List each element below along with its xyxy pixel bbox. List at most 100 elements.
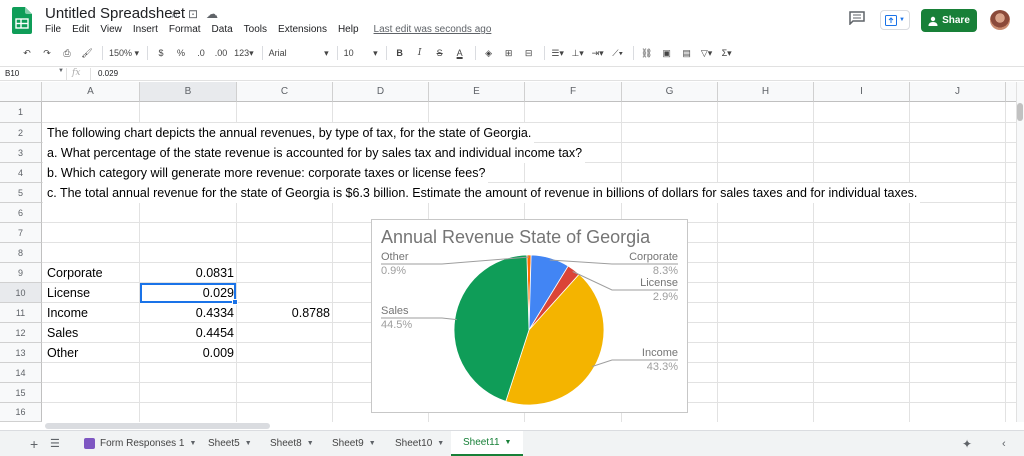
- more-formats-select[interactable]: 123 ▾: [234, 44, 254, 62]
- text-color-button[interactable]: A: [453, 44, 467, 62]
- horizontal-scrollbar-thumb[interactable]: [45, 423, 270, 429]
- cell-a3[interactable]: a. What percentage of the state revenue …: [43, 143, 586, 163]
- cell-a5[interactable]: c. The total annual revenue for the stat…: [43, 183, 921, 203]
- row-header-12[interactable]: 12: [0, 323, 42, 343]
- row-header-5[interactable]: 5: [0, 183, 42, 203]
- undo-icon[interactable]: ↶: [20, 44, 34, 62]
- column-header-k[interactable]: [1006, 82, 1016, 102]
- font-size-select[interactable]: 10 ▾: [344, 44, 378, 62]
- cell-a4[interactable]: b. Which category will generate more rev…: [43, 163, 489, 183]
- row-header-3[interactable]: 3: [0, 143, 42, 163]
- bold-button[interactable]: B: [393, 44, 407, 62]
- menu-file[interactable]: File: [45, 24, 61, 40]
- cell-c11[interactable]: 0.8788: [237, 303, 330, 323]
- cell-a12[interactable]: Sales: [47, 323, 78, 343]
- avatar[interactable]: [990, 10, 1010, 30]
- explore-icon[interactable]: ✦: [962, 431, 972, 456]
- zoom-select[interactable]: 150% ▾: [109, 44, 139, 62]
- sheet-tab-form-responses-1[interactable]: Form Responses 1 ▼: [84, 431, 196, 456]
- column-header-a[interactable]: A: [42, 82, 140, 102]
- menu-view[interactable]: View: [100, 24, 122, 40]
- fill-color-icon[interactable]: ◈: [482, 44, 496, 62]
- insert-chart-icon[interactable]: ▤: [680, 44, 694, 62]
- column-header-b[interactable]: B: [140, 82, 237, 102]
- sheet-tab-sheet10[interactable]: Sheet10 ▼: [395, 431, 444, 456]
- name-box[interactable]: B10: [5, 69, 19, 78]
- vertical-align-icon[interactable]: ⊥▾: [571, 44, 585, 62]
- selected-cell-b10[interactable]: [140, 283, 236, 303]
- cell-b13[interactable]: 0.009: [140, 343, 234, 363]
- cell-a13[interactable]: Other: [47, 343, 78, 363]
- pie-chart[interactable]: Annual Revenue State of Georgia Other 0.9…: [371, 219, 688, 413]
- column-header-j[interactable]: J: [910, 82, 1006, 102]
- strikethrough-button[interactable]: S: [433, 44, 447, 62]
- comment-history-icon[interactable]: [849, 11, 865, 25]
- column-header-d[interactable]: D: [333, 82, 429, 102]
- redo-icon[interactable]: ↷: [40, 44, 54, 62]
- cell-a10[interactable]: License: [47, 283, 90, 303]
- insert-comment-icon[interactable]: ▣: [660, 44, 674, 62]
- last-edit-link[interactable]: Last edit was seconds ago: [374, 24, 492, 40]
- text-wrap-icon[interactable]: ⇥▾: [591, 44, 605, 62]
- menu-edit[interactable]: Edit: [72, 24, 89, 40]
- all-sheets-icon[interactable]: ☰: [50, 431, 60, 456]
- column-header-f[interactable]: F: [525, 82, 622, 102]
- column-header-g[interactable]: G: [622, 82, 718, 102]
- vertical-scrollbar-thumb[interactable]: [1017, 103, 1023, 121]
- italic-button[interactable]: I: [413, 44, 427, 62]
- cloud-status-icon[interactable]: ☁: [206, 7, 218, 21]
- menu-help[interactable]: Help: [338, 24, 359, 40]
- vertical-scrollbar[interactable]: [1016, 82, 1024, 422]
- cell-a11[interactable]: Income: [47, 303, 88, 323]
- menu-extensions[interactable]: Extensions: [278, 24, 327, 40]
- percent-format-button[interactable]: %: [174, 44, 188, 62]
- filter-icon[interactable]: ▽▾: [700, 44, 714, 62]
- row-header-11[interactable]: 11: [0, 303, 42, 323]
- functions-icon[interactable]: Σ▾: [720, 44, 734, 62]
- add-sheet-icon[interactable]: +: [30, 431, 38, 456]
- star-icon[interactable]: ☆: [169, 7, 180, 21]
- row-header-8[interactable]: 8: [0, 243, 42, 263]
- present-button[interactable]: ▼: [880, 10, 910, 30]
- row-header-9[interactable]: 9: [0, 263, 42, 283]
- cell-a2[interactable]: The following chart depicts the annual r…: [43, 123, 535, 143]
- sheet-tab-sheet11[interactable]: Sheet11 ▼: [451, 431, 524, 456]
- cell-a9[interactable]: Corporate: [47, 263, 103, 283]
- row-header-10[interactable]: 10: [0, 283, 42, 303]
- insert-link-icon[interactable]: ⛓: [640, 44, 654, 62]
- text-rotation-icon[interactable]: ⟋▾: [611, 44, 625, 62]
- merge-cells-icon[interactable]: ⊟: [522, 44, 536, 62]
- share-button[interactable]: Share: [921, 9, 977, 32]
- name-box-dropdown-icon[interactable]: ▼: [58, 68, 64, 74]
- print-icon[interactable]: ⎙: [60, 44, 74, 62]
- horizontal-align-icon[interactable]: ☰▾: [551, 44, 565, 62]
- sheet-tab-sheet9[interactable]: Sheet9 ▼: [332, 431, 376, 456]
- decrease-decimal-button[interactable]: .0: [194, 44, 208, 62]
- font-select[interactable]: Arial ▾: [269, 44, 329, 62]
- menu-insert[interactable]: Insert: [133, 24, 158, 40]
- column-header-e[interactable]: E: [429, 82, 525, 102]
- row-header-16[interactable]: 16: [0, 403, 42, 422]
- borders-icon[interactable]: ⊞: [502, 44, 516, 62]
- cell-b11[interactable]: 0.4334: [140, 303, 234, 323]
- row-header-6[interactable]: 6: [0, 203, 42, 223]
- row-header-4[interactable]: 4: [0, 163, 42, 183]
- row-header-1[interactable]: 1: [0, 102, 42, 123]
- menu-data[interactable]: Data: [212, 24, 233, 40]
- row-header-13[interactable]: 13: [0, 343, 42, 363]
- fill-handle[interactable]: [232, 299, 238, 305]
- column-header-c[interactable]: C: [237, 82, 333, 102]
- sheet-tab-sheet5[interactable]: Sheet5 ▼: [208, 431, 252, 456]
- increase-decimal-button[interactable]: .00: [214, 44, 228, 62]
- row-header-7[interactable]: 7: [0, 223, 42, 243]
- collapse-panel-icon[interactable]: ‹: [1002, 431, 1006, 456]
- menu-tools[interactable]: Tools: [244, 24, 267, 40]
- row-header-2[interactable]: 2: [0, 123, 42, 143]
- move-folder-icon[interactable]: ⊡: [188, 7, 198, 21]
- cell-b9[interactable]: 0.0831: [140, 263, 234, 283]
- paint-format-icon[interactable]: 🖌: [80, 44, 94, 62]
- cell-b12[interactable]: 0.4454: [140, 323, 234, 343]
- row-header-15[interactable]: 15: [0, 383, 42, 403]
- document-title[interactable]: Untitled Spreadsheet: [45, 5, 185, 22]
- sheets-logo-icon[interactable]: [12, 7, 32, 34]
